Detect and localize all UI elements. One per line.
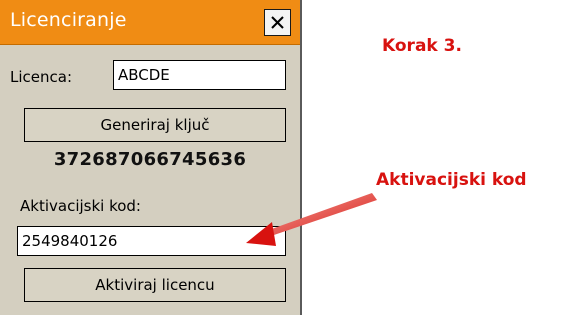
close-icon bbox=[270, 15, 285, 30]
activation-code-label: Aktivacijski kod: bbox=[20, 197, 141, 215]
license-label: Licenca: bbox=[10, 68, 72, 86]
license-input[interactable]: ABCDE bbox=[113, 60, 286, 90]
close-button[interactable] bbox=[264, 9, 291, 36]
screenshot-stage: Licenciranje Licenca: ABCDE Generiraj kl… bbox=[0, 0, 578, 315]
dialog-title: Licenciranje bbox=[10, 9, 127, 31]
activation-code-annotation: Aktivacijski kod bbox=[376, 170, 527, 190]
step-annotation: Korak 3. bbox=[382, 36, 462, 56]
activation-code-input[interactable]: 2549840126 bbox=[17, 226, 286, 256]
title-bar[interactable]: Licenciranje bbox=[0, 0, 300, 45]
generated-key: 372687066745636 bbox=[53, 149, 247, 170]
licensing-dialog: Licenciranje Licenca: ABCDE Generiraj kl… bbox=[0, 0, 302, 315]
activate-license-button[interactable]: Aktiviraj licencu bbox=[24, 268, 286, 302]
generate-key-button[interactable]: Generiraj ključ bbox=[24, 108, 286, 142]
